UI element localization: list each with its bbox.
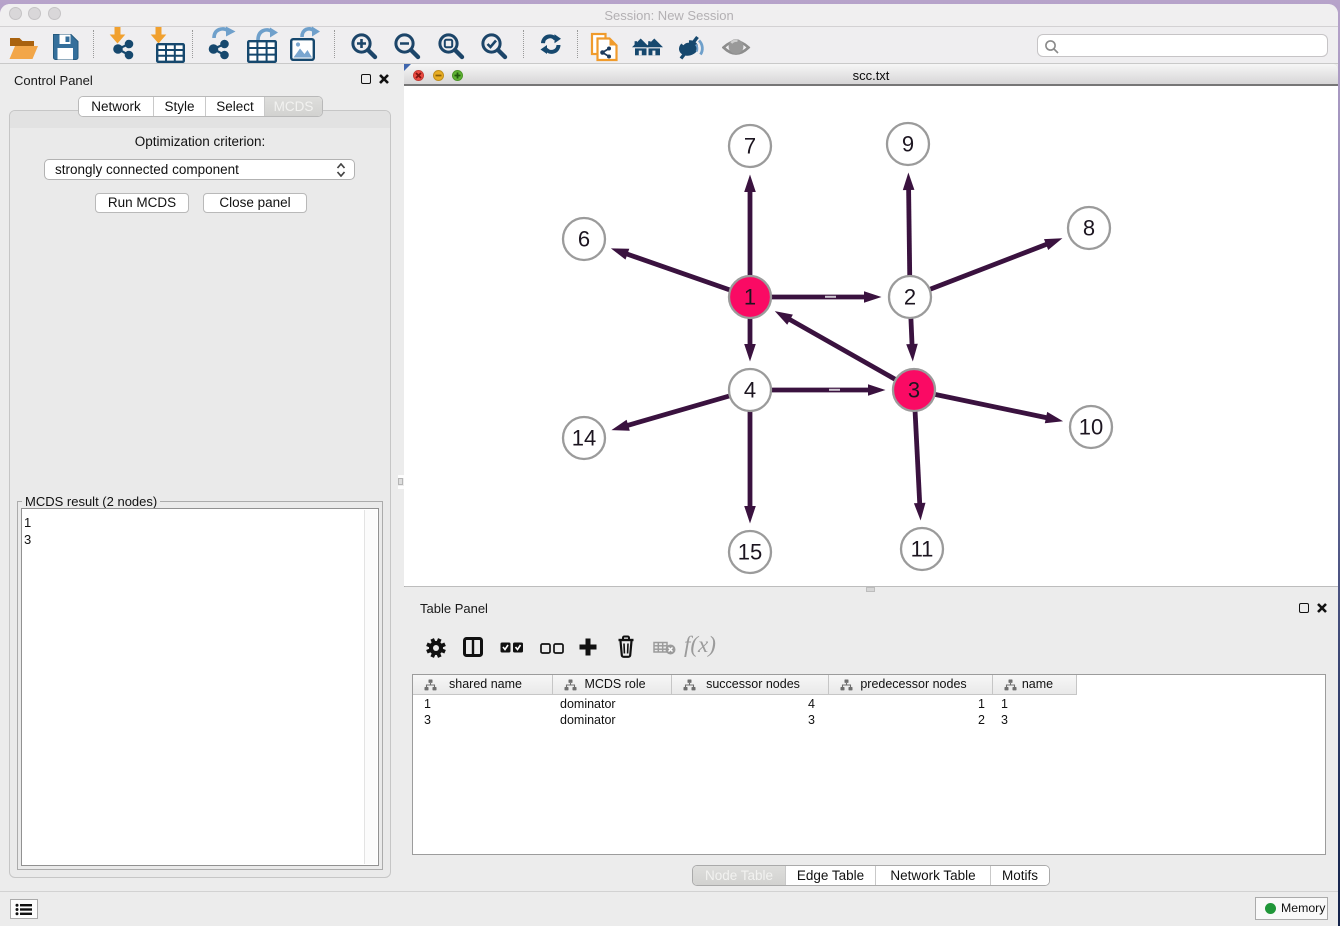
svg-text:7: 7 — [744, 134, 756, 159]
svg-text:15: 15 — [738, 540, 762, 565]
svg-text:9: 9 — [902, 132, 914, 157]
svg-text:6: 6 — [578, 227, 590, 252]
svg-text:2: 2 — [904, 285, 916, 310]
svg-text:10: 10 — [1079, 415, 1103, 440]
svg-text:1: 1 — [744, 285, 756, 310]
svg-text:3: 3 — [908, 378, 920, 403]
svg-text:14: 14 — [572, 426, 596, 451]
svg-text:8: 8 — [1083, 216, 1095, 241]
svg-text:4: 4 — [744, 378, 756, 403]
svg-text:11: 11 — [911, 537, 934, 562]
